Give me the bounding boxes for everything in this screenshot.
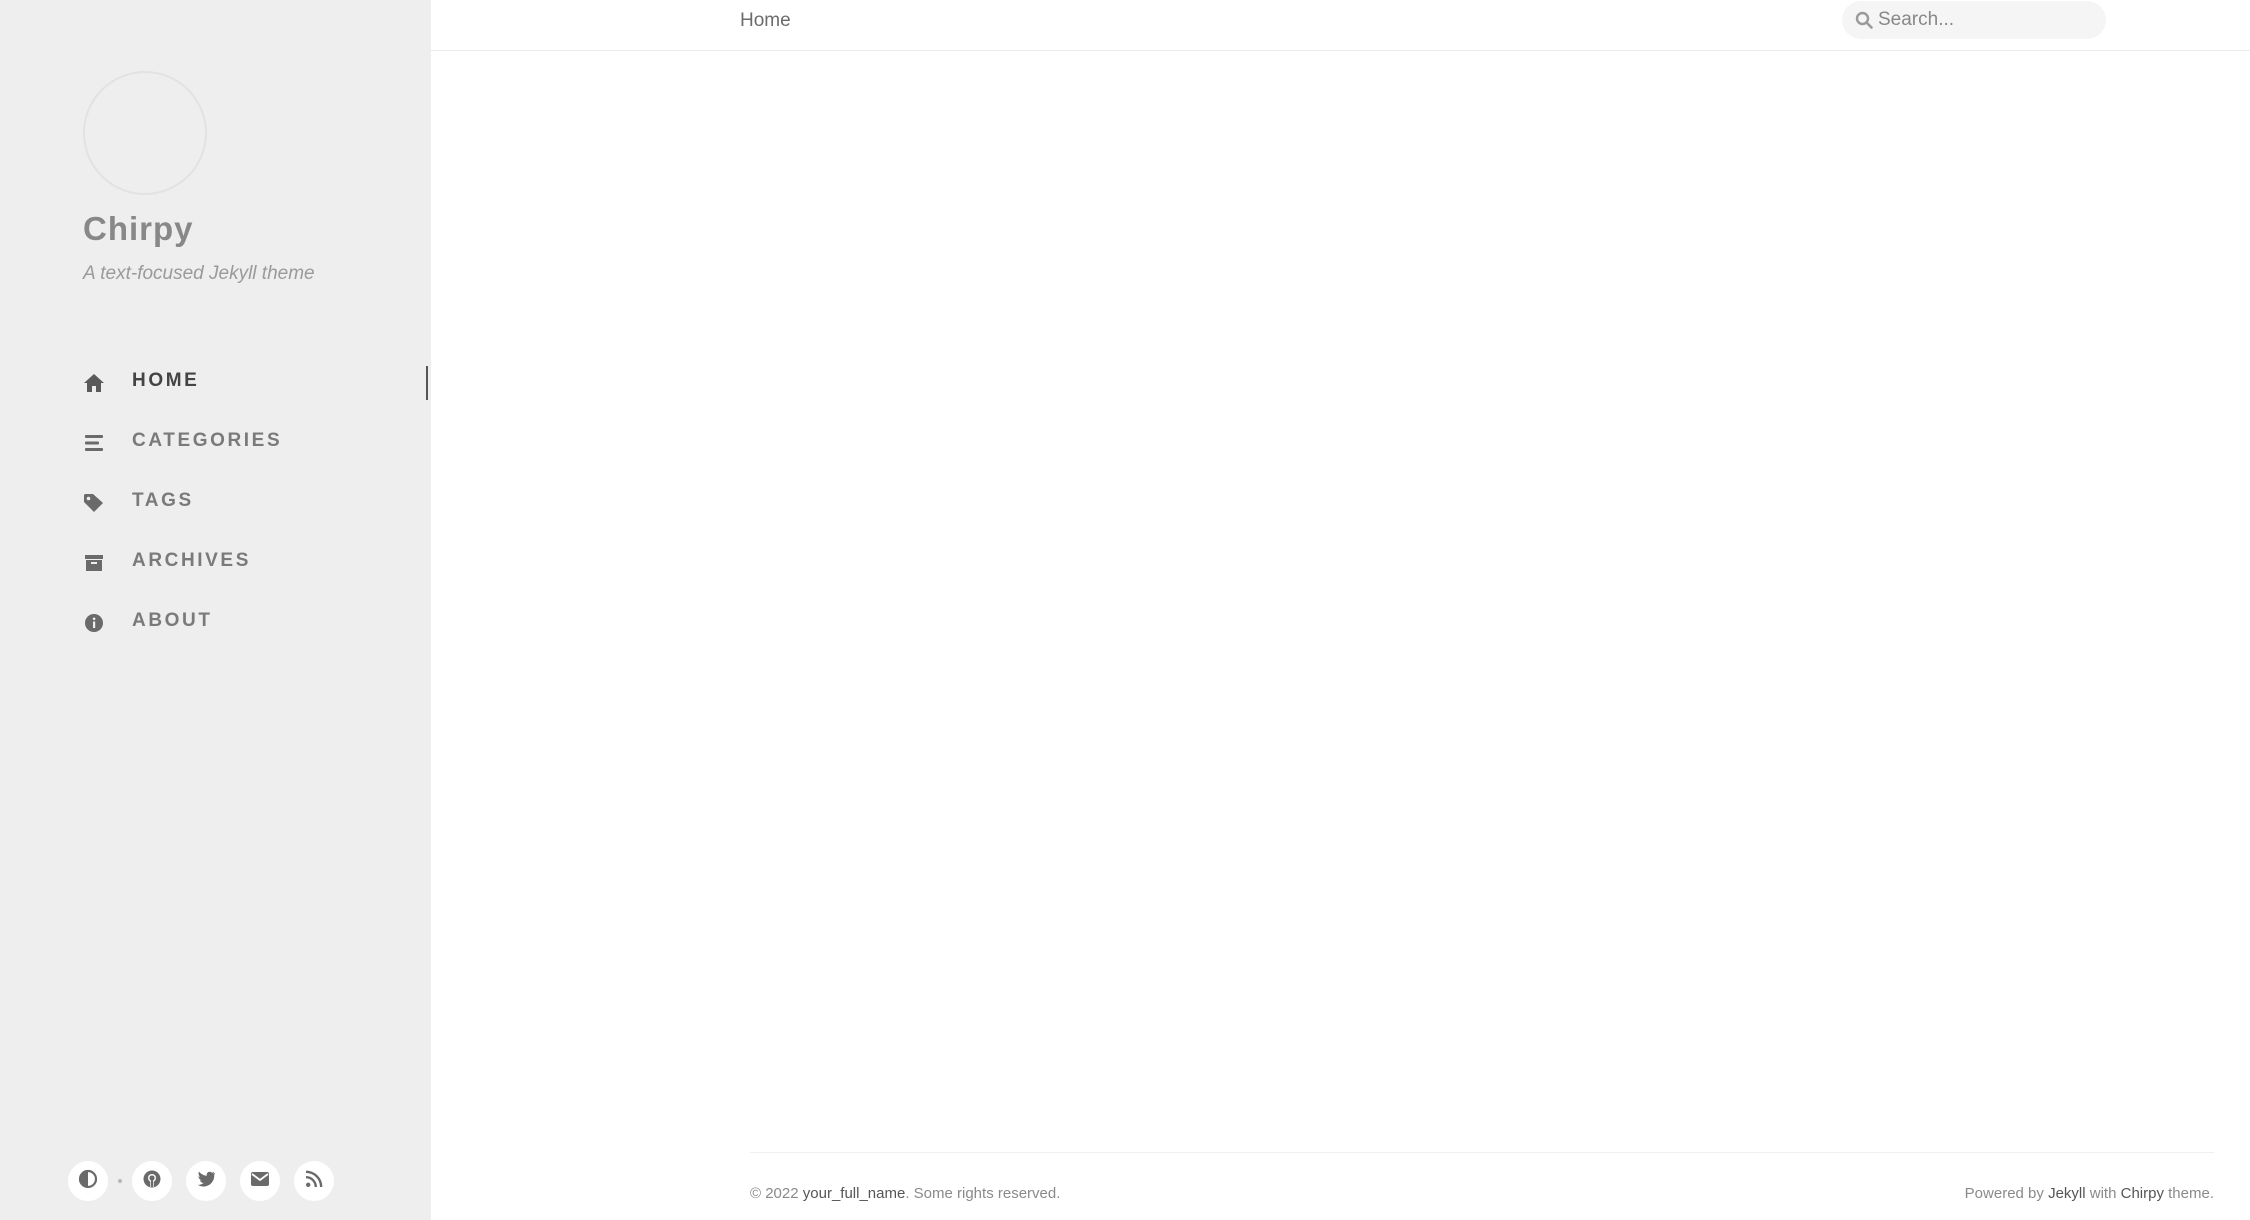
rss-icon bbox=[305, 1170, 323, 1193]
sidebar-item-label: ABOUT bbox=[132, 610, 213, 631]
sidebar-nav: HOME CATEGORIES TAGS ARCHIVES ABOUT bbox=[0, 352, 431, 652]
theme-toggle-button[interactable] bbox=[68, 1161, 108, 1201]
twitter-button[interactable] bbox=[186, 1161, 226, 1201]
sidebar: Chirpy A text-focused Jekyll theme HOME … bbox=[0, 0, 431, 1220]
topbar: Home bbox=[431, 0, 2250, 51]
author-link[interactable]: your_full_name bbox=[803, 1185, 906, 1202]
sidebar-bottom-bar bbox=[68, 1159, 348, 1203]
with-text: with bbox=[2089, 1185, 2117, 1202]
footer-powered-by: Powered by Jekyll with Chirpy theme. bbox=[1965, 1185, 2214, 1202]
sidebar-item-label: TAGS bbox=[132, 490, 194, 511]
theme-text: theme. bbox=[2168, 1185, 2214, 1202]
chirpy-link[interactable]: Chirpy bbox=[2121, 1185, 2164, 1202]
list-icon bbox=[83, 432, 105, 454]
github-icon bbox=[142, 1169, 162, 1194]
theme-toggle-icon bbox=[78, 1169, 98, 1194]
powered-by-text: Powered by bbox=[1964, 1185, 2044, 1202]
search-icon bbox=[1854, 10, 1874, 30]
home-icon bbox=[83, 372, 105, 394]
sidebar-item-about[interactable]: ABOUT bbox=[0, 592, 431, 652]
info-icon bbox=[83, 612, 105, 634]
sidebar-item-home[interactable]: HOME bbox=[0, 352, 431, 412]
sidebar-item-label: CATEGORIES bbox=[132, 430, 283, 451]
email-icon bbox=[250, 1171, 270, 1192]
copyright-text: © 2022 bbox=[750, 1185, 799, 1202]
github-button[interactable] bbox=[132, 1161, 172, 1201]
footer-divider bbox=[750, 1152, 2214, 1153]
twitter-icon bbox=[196, 1170, 216, 1193]
jekyll-link[interactable]: Jekyll bbox=[2048, 1185, 2086, 1202]
breadcrumb: Home bbox=[740, 10, 791, 31]
tag-icon bbox=[83, 492, 105, 514]
email-button[interactable] bbox=[240, 1161, 280, 1201]
sidebar-item-archives[interactable]: ARCHIVES bbox=[0, 532, 431, 592]
sidebar-item-categories[interactable]: CATEGORIES bbox=[0, 412, 431, 472]
site-subtitle: A text-focused Jekyll theme bbox=[83, 263, 315, 284]
archive-icon bbox=[83, 552, 105, 574]
footer-copyright: © 2022 your_full_name. Some rights reser… bbox=[750, 1185, 1060, 1202]
search-input[interactable] bbox=[1878, 9, 2098, 31]
rights-text: . Some rights reserved. bbox=[905, 1185, 1061, 1202]
sidebar-item-label: HOME bbox=[132, 370, 200, 391]
rss-button[interactable] bbox=[294, 1161, 334, 1201]
site-title[interactable]: Chirpy bbox=[83, 210, 194, 248]
sidebar-item-tags[interactable]: TAGS bbox=[0, 472, 431, 532]
separator-dot bbox=[118, 1179, 122, 1183]
search-box[interactable] bbox=[1842, 1, 2106, 39]
avatar[interactable] bbox=[83, 71, 207, 195]
active-indicator bbox=[426, 366, 428, 400]
sidebar-item-label: ARCHIVES bbox=[132, 550, 251, 571]
